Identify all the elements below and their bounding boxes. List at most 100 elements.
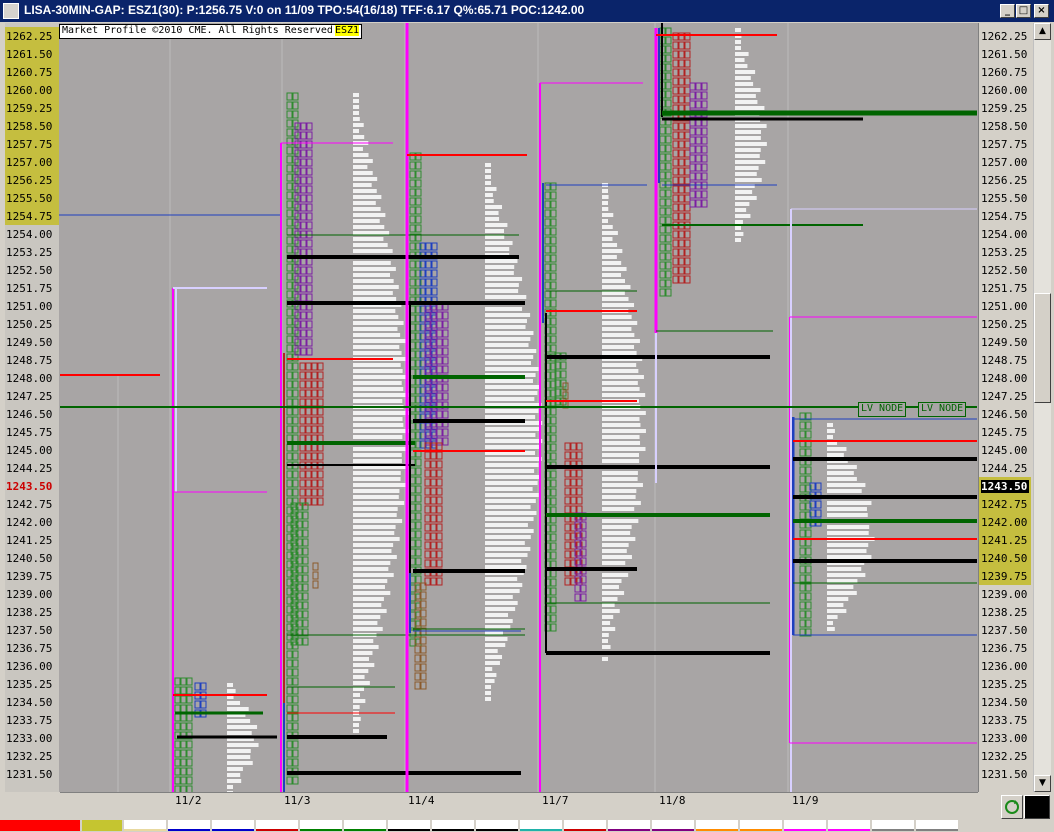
color-tab[interactable] xyxy=(872,820,914,831)
tpo-letter xyxy=(665,36,672,45)
color-tab[interactable] xyxy=(300,820,342,831)
tpo-letter xyxy=(684,140,691,149)
scroll-up-icon[interactable]: ▲ xyxy=(1034,23,1051,40)
color-tab[interactable] xyxy=(432,820,474,831)
copyright-text: Market Profile ©2010 CME. All Rights Res… xyxy=(62,25,333,36)
tpo-letter xyxy=(665,72,672,81)
color-tab-olive[interactable] xyxy=(82,820,122,831)
price-tick-left: 1233.75 xyxy=(6,714,53,727)
volume-bar xyxy=(353,519,403,523)
tpo-letter xyxy=(684,266,691,275)
tpo-letter xyxy=(299,407,306,416)
color-tab[interactable] xyxy=(388,820,430,831)
tpo-letter xyxy=(665,216,672,225)
color-tab[interactable] xyxy=(344,820,386,831)
price-tick-left: 1252.50 xyxy=(6,264,53,277)
tpo-letter xyxy=(436,532,443,541)
volume-bar xyxy=(353,531,395,535)
tpo-letter xyxy=(550,578,557,587)
tpo-letter xyxy=(805,619,812,628)
maximize-button[interactable]: □ xyxy=(1016,4,1031,18)
color-tab[interactable] xyxy=(784,820,826,831)
market-profile-chart[interactable] xyxy=(5,23,978,792)
volume-bar xyxy=(735,232,744,236)
tpo-letter xyxy=(311,407,318,416)
tpo-letter xyxy=(306,176,313,185)
tpo-letter xyxy=(286,173,293,182)
color-tab[interactable] xyxy=(740,820,782,831)
close-button[interactable]: × xyxy=(1034,4,1049,18)
tpo-letter xyxy=(300,194,307,203)
tpo-letter xyxy=(659,243,666,252)
tpo-letter xyxy=(286,281,293,290)
tpo-letter xyxy=(564,442,571,451)
volume-bar xyxy=(485,169,491,173)
volume-bar xyxy=(827,549,867,553)
color-tab[interactable] xyxy=(212,820,254,831)
app-icon[interactable] xyxy=(3,3,19,19)
tpo-letter xyxy=(311,434,318,443)
tpo-letter xyxy=(194,700,201,709)
tpo-letter xyxy=(292,704,299,713)
color-tab[interactable] xyxy=(916,820,958,831)
tpo-letter xyxy=(312,562,319,571)
tpo-letter xyxy=(286,110,293,119)
color-tab[interactable] xyxy=(256,820,298,831)
price-tick-left: 1246.50 xyxy=(6,408,53,421)
tpo-letter xyxy=(292,758,299,767)
tpo-letter xyxy=(292,686,299,695)
tpo-letter xyxy=(300,185,307,194)
price-tick-left: 1242.75 xyxy=(6,498,53,511)
color-tab[interactable] xyxy=(608,820,650,831)
price-tick-left: 1258.50 xyxy=(6,120,58,133)
price-tick-right: 1232.25 xyxy=(981,750,1028,763)
tpo-letter xyxy=(678,59,685,68)
volume-bar xyxy=(227,725,258,729)
tpo-letter xyxy=(180,677,187,686)
color-swatch-button[interactable] xyxy=(1024,795,1050,819)
tpo-letter xyxy=(805,547,812,556)
volume-bar xyxy=(827,501,872,505)
tpo-letter xyxy=(805,421,812,430)
tpo-letter xyxy=(550,281,557,290)
tpo-letter xyxy=(306,158,313,167)
scroll-thumb[interactable] xyxy=(1034,293,1051,403)
color-tab[interactable] xyxy=(168,820,210,831)
volume-bar xyxy=(735,82,754,86)
horizontal-scrollbar[interactable] xyxy=(5,806,973,818)
volume-bar xyxy=(227,761,253,765)
volume-bar xyxy=(227,773,241,777)
color-tab[interactable] xyxy=(476,820,518,831)
tpo-letter xyxy=(300,149,307,158)
minimize-button[interactable]: _ xyxy=(1000,4,1015,18)
color-tab[interactable] xyxy=(124,820,166,831)
color-tab[interactable] xyxy=(828,820,870,831)
tpo-letter xyxy=(306,293,313,302)
tpo-letter xyxy=(550,236,557,245)
color-tab[interactable] xyxy=(564,820,606,831)
color-tab[interactable] xyxy=(520,820,562,831)
color-tab[interactable] xyxy=(652,820,694,831)
tpo-letter xyxy=(415,539,422,548)
volume-bar xyxy=(827,627,835,631)
tpo-letter xyxy=(678,95,685,104)
tpo-letter xyxy=(317,443,324,452)
price-tick-left: 1262.25 xyxy=(6,30,58,43)
vertical-scrollbar[interactable]: ▲ ▼ xyxy=(1033,23,1051,792)
tpo-letter xyxy=(317,488,324,497)
color-tab[interactable] xyxy=(696,820,738,831)
tpo-letter xyxy=(424,550,431,559)
tpo-letter xyxy=(409,179,416,188)
tpo-letter xyxy=(286,344,293,353)
tpo-letter xyxy=(300,329,307,338)
tpo-letter xyxy=(564,505,571,514)
volume-bar xyxy=(227,707,249,711)
color-tab-red[interactable] xyxy=(0,820,80,831)
tpo-letter xyxy=(420,672,427,681)
scroll-down-icon[interactable]: ▼ xyxy=(1034,775,1051,792)
tpo-letter xyxy=(425,269,432,278)
refresh-icon[interactable] xyxy=(1001,795,1023,819)
tpo-letter xyxy=(665,63,672,72)
tpo-letter xyxy=(672,167,679,176)
tpo-letter xyxy=(299,416,306,425)
